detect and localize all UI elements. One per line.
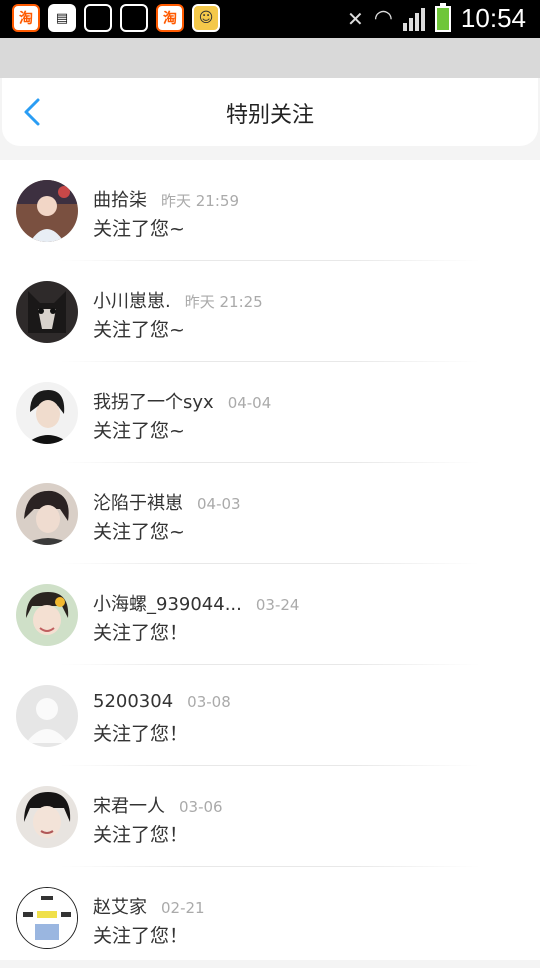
notification-icons: 淘 ▤ 淘 ☺	[12, 4, 220, 32]
list-item[interactable]: 5200304 03-08 关注了您！	[0, 665, 540, 766]
top-app-bar: 特别关注	[2, 78, 538, 146]
timestamp: 04-04	[227, 394, 272, 412]
mute-icon: ✕	[346, 6, 364, 31]
signal-icon	[402, 7, 425, 31]
avatar[interactable]	[16, 382, 78, 444]
list-item[interactable]: 宋君一人 03-06 关注了您！	[0, 766, 540, 867]
notification-message: 关注了您~	[93, 319, 185, 341]
avatar[interactable]	[16, 180, 78, 242]
timestamp: 03-08	[187, 693, 231, 711]
sd-card-icon	[84, 4, 112, 32]
timestamp: 04-03	[197, 495, 241, 513]
list-item[interactable]: 赵艾家 02-21 关注了您！	[0, 867, 540, 968]
taobao-icon: 淘	[156, 4, 184, 32]
list-item[interactable]: 曲拾柒 昨天 21:59 关注了您~	[0, 160, 540, 261]
timestamp: 02-21	[161, 899, 205, 917]
image-icon	[120, 4, 148, 32]
user-name[interactable]: 曲拾柒	[93, 186, 147, 212]
notification-message: 关注了您~	[93, 521, 185, 543]
notification-message: 关注了您！	[93, 723, 189, 745]
avatar[interactable]	[16, 281, 78, 343]
document-icon: ▤	[48, 4, 76, 32]
header-shadow-band	[0, 38, 540, 78]
notification-message: 关注了您！	[93, 925, 189, 947]
page-title: 特别关注	[225, 103, 314, 128]
avatar[interactable]	[16, 483, 78, 545]
notification-list: 曲拾柒 昨天 21:59 关注了您~ 小川崽崽. 昨天 21:25 关注了您~ …	[0, 160, 540, 960]
list-item[interactable]: 我拐了一个syx 04-04 关注了您~	[0, 362, 540, 463]
qq-icon: ☺	[192, 4, 220, 32]
list-item[interactable]: 小海螺_939044... 03-24 关注了您！	[0, 564, 540, 665]
user-name[interactable]: 宋君一人	[93, 792, 165, 818]
list-item[interactable]: 沦陷于褀崽 04-03 关注了您~	[0, 463, 540, 564]
status-time: 10:54	[460, 3, 526, 33]
user-name[interactable]: 赵艾家	[93, 893, 147, 919]
user-name[interactable]: 我拐了一个syx	[93, 388, 214, 414]
notification-message: 关注了您~	[93, 218, 185, 240]
status-bar: 淘 ▤ 淘 ☺ ✕ ◠ 10:54	[0, 0, 540, 38]
notification-message: 关注了您！	[93, 622, 189, 644]
notification-message: 关注了您~	[93, 420, 185, 442]
wifi-icon: ◠	[373, 6, 393, 31]
user-name[interactable]: 沦陷于褀崽	[93, 489, 183, 515]
notification-message: 关注了您！	[93, 824, 189, 846]
timestamp: 03-24	[255, 596, 300, 614]
default-avatar[interactable]	[16, 685, 78, 747]
timestamp: 03-06	[179, 798, 223, 816]
user-name[interactable]: 小海螺_939044...	[93, 590, 242, 616]
avatar[interactable]	[16, 786, 78, 848]
list-item[interactable]: 小川崽崽. 昨天 21:25 关注了您~	[0, 261, 540, 362]
system-icons: ✕ ◠ 10:54	[346, 2, 526, 34]
battery-level	[436, 7, 449, 30]
timestamp: 昨天 21:25	[184, 293, 263, 311]
avatar[interactable]	[16, 887, 78, 949]
timestamp: 昨天 21:59	[161, 192, 239, 210]
user-name[interactable]: 小川崽崽.	[93, 287, 171, 313]
user-name[interactable]: 5200304	[93, 691, 173, 712]
battery-icon	[434, 2, 451, 32]
avatar[interactable]	[16, 584, 78, 646]
taobao-icon: 淘	[12, 4, 40, 32]
